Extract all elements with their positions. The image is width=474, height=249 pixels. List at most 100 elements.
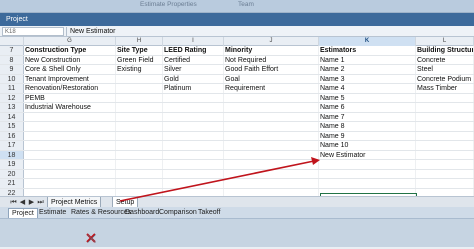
cell-j13[interactable]: [224, 103, 319, 112]
cell-l22[interactable]: [416, 188, 474, 196]
prev-sheet-icon[interactable]: ◀: [18, 198, 27, 207]
cell-l18[interactable]: [416, 150, 474, 159]
cell-i14[interactable]: [163, 112, 224, 121]
column-header-h[interactable]: H: [116, 37, 163, 46]
row-number[interactable]: 12: [0, 93, 24, 102]
cell-h8[interactable]: Green Field: [116, 55, 163, 64]
last-sheet-icon[interactable]: ⏭: [36, 198, 45, 207]
cell-i21[interactable]: [163, 179, 224, 188]
cell-j22[interactable]: [224, 188, 319, 196]
cell-i20[interactable]: [163, 169, 224, 178]
close-icon[interactable]: [86, 233, 96, 243]
row-number[interactable]: 11: [0, 84, 24, 93]
cell-j10[interactable]: Goal: [224, 74, 319, 83]
ribbon-label-team[interactable]: Team: [238, 1, 254, 8]
cell-j8[interactable]: Not Required: [224, 55, 319, 64]
cell-h21[interactable]: [116, 179, 163, 188]
cell-k17[interactable]: Name 10: [319, 141, 416, 150]
cell-i8[interactable]: Certified: [163, 55, 224, 64]
cell-k9[interactable]: Name 2: [319, 65, 416, 74]
cell-i11[interactable]: Platinum: [163, 84, 224, 93]
formula-input[interactable]: New Estimator: [70, 27, 470, 36]
cell-j20[interactable]: [224, 169, 319, 178]
cell-j19[interactable]: [224, 160, 319, 169]
cell-j11[interactable]: Requirement: [224, 84, 319, 93]
row-number[interactable]: 14: [0, 112, 24, 121]
cell-i7[interactable]: LEED Rating: [163, 46, 224, 55]
cell-h14[interactable]: [116, 112, 163, 121]
cell-k11[interactable]: Name 4: [319, 84, 416, 93]
cell-l11[interactable]: Mass Timber: [416, 84, 474, 93]
cell-k7[interactable]: Estimators: [319, 46, 416, 55]
cell-k21[interactable]: [319, 179, 416, 188]
view-tab-project[interactable]: Project: [8, 208, 38, 218]
cell-j12[interactable]: [224, 93, 319, 102]
cell-l13[interactable]: [416, 103, 474, 112]
cell-h11[interactable]: [116, 84, 163, 93]
row-number[interactable]: 21: [0, 179, 24, 188]
row-number[interactable]: 19: [0, 160, 24, 169]
cell-j14[interactable]: [224, 112, 319, 121]
cell-l7[interactable]: Building Structure: [416, 46, 474, 55]
cell-i15[interactable]: [163, 122, 224, 131]
ribbon-label-estimate-properties[interactable]: Estimate Properties: [140, 1, 197, 8]
cell-g13[interactable]: Industrial Warehouse: [24, 103, 116, 112]
cell-j9[interactable]: Good Faith Effort: [224, 65, 319, 74]
cell-j17[interactable]: [224, 141, 319, 150]
cell-g8[interactable]: New Construction: [24, 55, 116, 64]
row-number[interactable]: 9: [0, 65, 24, 74]
cell-g14[interactable]: [24, 112, 116, 121]
column-header-g[interactable]: G: [24, 37, 116, 46]
cell-h15[interactable]: [116, 122, 163, 131]
column-header-j[interactable]: J: [224, 37, 319, 46]
cell-g19[interactable]: [24, 160, 116, 169]
cell-g15[interactable]: [24, 122, 116, 131]
cell-g9[interactable]: Core & Shell Only: [24, 65, 116, 74]
row-number[interactable]: 17: [0, 141, 24, 150]
select-all-corner[interactable]: [0, 37, 24, 46]
view-tab-takeoff[interactable]: Takeoff: [195, 208, 223, 218]
cell-i12[interactable]: [163, 93, 224, 102]
row-number[interactable]: 18: [0, 150, 24, 159]
row-number[interactable]: 10: [0, 74, 24, 83]
cell-k10[interactable]: Name 3: [319, 74, 416, 83]
cell-k12[interactable]: Name 5: [319, 93, 416, 102]
cell-g18[interactable]: [24, 150, 116, 159]
cell-k14[interactable]: Name 7: [319, 112, 416, 121]
cell-h7[interactable]: Site Type: [116, 46, 163, 55]
cell-g12[interactable]: PEMB: [24, 93, 116, 102]
first-sheet-icon[interactable]: ⏮: [9, 198, 18, 207]
cell-l19[interactable]: [416, 160, 474, 169]
cell-l14[interactable]: [416, 112, 474, 121]
cell-i19[interactable]: [163, 160, 224, 169]
cell-k18[interactable]: New Estimator: [319, 150, 416, 159]
cell-j18[interactable]: [224, 150, 319, 159]
cell-h13[interactable]: [116, 103, 163, 112]
column-header-l[interactable]: L: [416, 37, 474, 46]
cell-g10[interactable]: Tenant Improvement: [24, 74, 116, 83]
row-number[interactable]: 7: [0, 46, 24, 55]
cell-h18[interactable]: [116, 150, 163, 159]
cell-g11[interactable]: Renovation/Restoration: [24, 84, 116, 93]
cell-k15[interactable]: Name 8: [319, 122, 416, 131]
cell-l16[interactable]: [416, 131, 474, 140]
cell-g7[interactable]: Construction Type: [24, 46, 116, 55]
cell-g21[interactable]: [24, 179, 116, 188]
cell-g20[interactable]: [24, 169, 116, 178]
cell-l9[interactable]: Steel: [416, 65, 474, 74]
cell-i16[interactable]: [163, 131, 224, 140]
row-number[interactable]: 15: [0, 122, 24, 131]
view-tab-estimate[interactable]: Estimate: [36, 208, 69, 218]
cell-k13[interactable]: Name 6: [319, 103, 416, 112]
cell-h22[interactable]: [116, 188, 163, 196]
spreadsheet-grid[interactable]: G H I J K L 7 Construction Type Site Type L…: [0, 37, 474, 196]
cell-j7[interactable]: Minority: [224, 46, 319, 55]
cell-i22[interactable]: [163, 188, 224, 196]
cell-h10[interactable]: [116, 74, 163, 83]
cell-j21[interactable]: [224, 179, 319, 188]
cell-l15[interactable]: [416, 122, 474, 131]
name-box[interactable]: K18: [2, 27, 64, 36]
cell-j15[interactable]: [224, 122, 319, 131]
cell-h16[interactable]: [116, 131, 163, 140]
cell-k16[interactable]: Name 9: [319, 131, 416, 140]
